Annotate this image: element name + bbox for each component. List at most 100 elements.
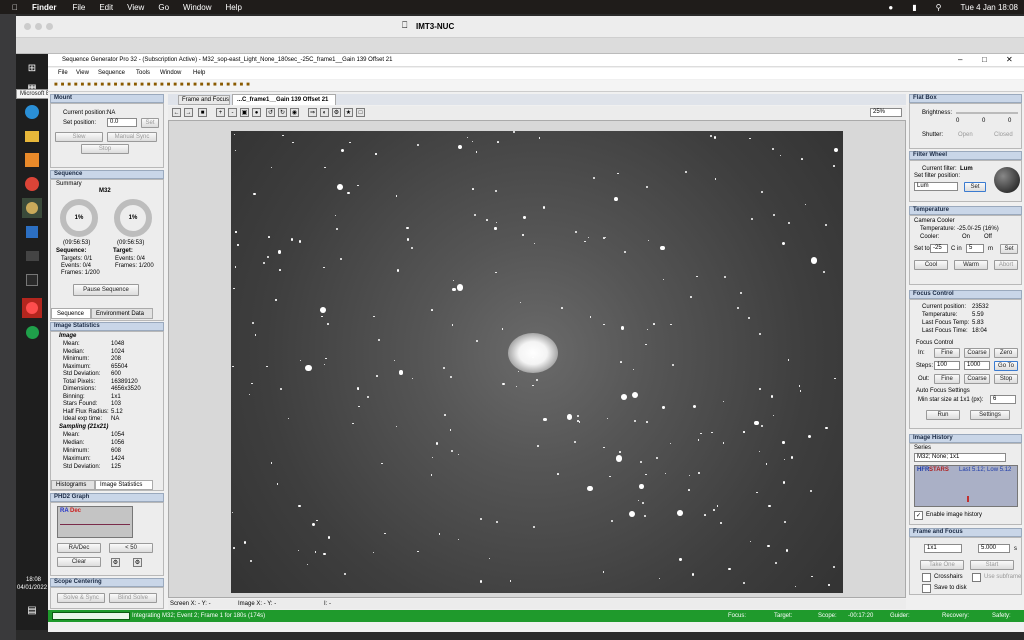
phd2-settings-icon[interactable]: ⚙: [111, 558, 120, 567]
menu-view[interactable]: View: [127, 3, 144, 12]
min-star-input[interactable]: 6: [990, 395, 1016, 404]
temp-set-button[interactable]: Set: [1000, 244, 1018, 254]
cooler-off[interactable]: Off: [984, 234, 992, 241]
sequence-tab[interactable]: Sequence: [51, 308, 91, 319]
windows-start-icon[interactable]: ⊞: [22, 58, 42, 78]
mount-stop-button[interactable]: Stop: [81, 144, 129, 154]
window-maximize[interactable]: □: [982, 56, 987, 64]
app-menu-window[interactable]: Window: [160, 70, 181, 77]
zoom-out-icon[interactable]: -: [228, 108, 237, 117]
menu-go[interactable]: Go: [158, 3, 169, 12]
edge-icon[interactable]: [22, 102, 42, 122]
take-one-button[interactable]: Take One: [920, 560, 964, 570]
app-icon-green[interactable]: [22, 322, 42, 342]
app-icon-dark[interactable]: [22, 270, 42, 290]
menu-app-name[interactable]: Finder: [32, 3, 56, 12]
zoom-in-icon[interactable]: +: [216, 108, 225, 117]
enable-history-checkbox[interactable]: ✓: [914, 511, 923, 520]
app-menu-view[interactable]: View: [76, 70, 89, 77]
frame-focus-tab[interactable]: Frame and Focus: [178, 95, 230, 105]
start-button[interactable]: Start: [970, 560, 1014, 570]
folder-icon[interactable]: ■: [198, 108, 207, 117]
crosshairs-checkbox[interactable]: [922, 573, 931, 582]
battery-icon[interactable]: ▮: [912, 3, 916, 12]
window-close[interactable]: ✕: [1006, 56, 1013, 64]
blind-solve-button[interactable]: Blind Solve: [109, 593, 157, 603]
taskbar-time[interactable]: 18:08: [26, 577, 41, 584]
mount-set-button[interactable]: Set: [141, 118, 159, 128]
range-button[interactable]: < 50: [109, 543, 153, 553]
coarse-steps-input[interactable]: 1000: [964, 361, 990, 370]
histograms-tab[interactable]: Histograms: [51, 480, 95, 490]
zoom-dot[interactable]: [46, 23, 53, 30]
solve-sync-button[interactable]: Solve & Sync: [57, 593, 105, 603]
zero-button[interactable]: Zero: [994, 348, 1018, 358]
window-minimize[interactable]: –: [958, 56, 962, 64]
app-menu-file[interactable]: File: [58, 70, 68, 77]
phd2-clear-button[interactable]: Clear: [57, 557, 101, 567]
app-icon-orange[interactable]: [22, 150, 42, 170]
wifi-icon[interactable]: ●: [888, 3, 893, 12]
rotate-right-icon[interactable]: ↻: [278, 108, 287, 117]
filter-set-button[interactable]: Set: [964, 182, 986, 192]
image-tab[interactable]: ...C_frame1__Gain 139 Offset 21: [232, 94, 336, 105]
warm-button[interactable]: Warm: [954, 260, 988, 270]
shutter-open[interactable]: Open: [958, 132, 973, 139]
in-coarse-button[interactable]: Coarse: [964, 348, 990, 358]
menu-file[interactable]: File: [72, 3, 85, 12]
af-settings-button[interactable]: Settings: [970, 410, 1010, 420]
abort-button[interactable]: Abort: [994, 260, 1018, 270]
phd2-tool-icon[interactable]: ⚙: [133, 558, 142, 567]
brightness-slider[interactable]: [956, 112, 1018, 114]
sgpro-icon[interactable]: [22, 198, 42, 218]
target-temp-input[interactable]: -25: [930, 244, 948, 253]
binning-select[interactable]: 1x1: [924, 544, 962, 553]
focus-stop-button[interactable]: Stop: [994, 374, 1018, 384]
slew-button[interactable]: Slew: [55, 132, 103, 142]
flip-icon[interactable]: ◉: [290, 108, 299, 117]
close-dot[interactable]: [24, 23, 31, 30]
app-menu-tools[interactable]: Tools: [136, 70, 150, 77]
out-coarse-button[interactable]: Coarse: [964, 374, 990, 384]
star-detect-icon[interactable]: ★: [344, 108, 353, 117]
image-statistics-tab[interactable]: Image Statistics: [95, 480, 153, 490]
chrome-icon[interactable]: [22, 174, 42, 194]
fit-icon[interactable]: ▣: [240, 108, 249, 117]
out-fine-button[interactable]: Fine: [934, 374, 960, 384]
menu-edit[interactable]: Edit: [99, 3, 113, 12]
app-icon-red[interactable]: [22, 298, 42, 318]
file-explorer-icon[interactable]: [22, 126, 42, 146]
app-icon-blue[interactable]: [22, 222, 42, 242]
contrast-icon[interactable]: ◐: [320, 108, 329, 117]
radec-button[interactable]: RA/Dec: [57, 543, 101, 553]
taskbar-date[interactable]: 04/01/2022: [17, 585, 47, 592]
menu-window[interactable]: Window: [183, 3, 211, 12]
notification-icon[interactable]: ▤: [22, 600, 42, 620]
toolbar-icons[interactable]: ■■■■■■■■■■■■■■■■■■■■■■■■■■■■■■: [54, 82, 253, 89]
exposure-input[interactable]: 5.000: [978, 544, 1010, 553]
run-button[interactable]: Run: [926, 410, 960, 420]
subframe-checkbox[interactable]: [972, 573, 981, 582]
export-icon[interactable]: ⇒: [308, 108, 317, 117]
manual-sync-button[interactable]: Manual Sync: [107, 132, 157, 142]
fine-steps-input[interactable]: 100: [934, 361, 960, 370]
zoom-select[interactable]: 25%: [870, 108, 902, 117]
gear-icon[interactable]: ⚙: [332, 108, 341, 117]
terminal-icon[interactable]: [22, 246, 42, 266]
cooler-on[interactable]: On: [962, 234, 970, 241]
environment-tab[interactable]: Environment Data: [91, 308, 153, 319]
in-fine-button[interactable]: Fine: [934, 348, 960, 358]
save-disk-checkbox[interactable]: [922, 584, 931, 593]
app-menu-help[interactable]: Help: [193, 70, 205, 77]
cool-button[interactable]: Cool: [914, 260, 948, 270]
set-position-input[interactable]: 0.0: [107, 118, 137, 127]
menu-help[interactable]: Help: [225, 3, 241, 12]
pause-sequence-button[interactable]: Pause Sequence: [73, 284, 139, 296]
shutter-closed[interactable]: Closed: [994, 132, 1013, 139]
search-icon[interactable]: ⚲: [936, 3, 942, 12]
goto-button[interactable]: Go To: [994, 361, 1018, 371]
ramp-minutes-input[interactable]: 5: [966, 244, 984, 253]
rotate-left-icon[interactable]: ↺: [266, 108, 275, 117]
app-menu-sequence[interactable]: Sequence: [98, 70, 125, 77]
image-viewport[interactable]: [168, 120, 906, 598]
